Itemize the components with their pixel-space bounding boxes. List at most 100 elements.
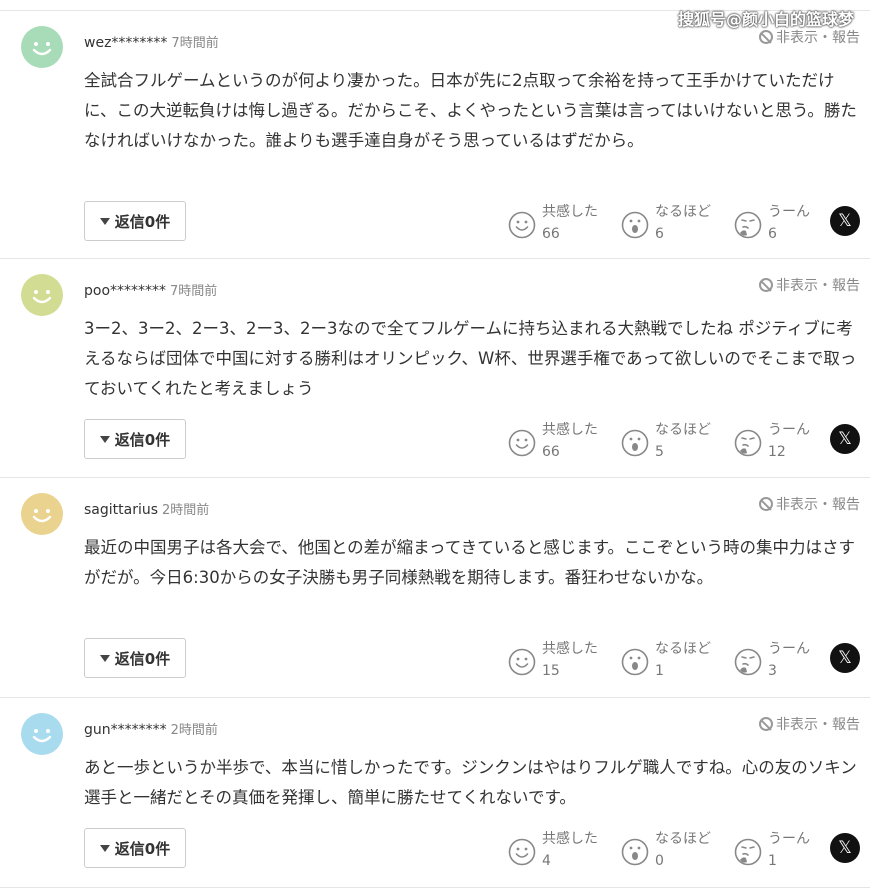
comment-body: 全試合フルゲームというのが何より凄かった。日本が先に2点取って余裕を持って王手か… — [84, 71, 857, 150]
hide-report-link[interactable]: 非表示・報告 — [759, 494, 860, 514]
surprised-face-icon — [621, 838, 649, 866]
reaction-label: なるほど — [655, 422, 711, 438]
caret-down-icon — [99, 435, 110, 443]
comment-item: wez******** 7時間前 非表示・報告 全試合フルゲームというのが何より凄… — [0, 10, 870, 258]
smile-face-icon — [508, 838, 536, 866]
ban-icon — [759, 278, 773, 292]
hide-report-link[interactable]: 非表示・報告 — [759, 27, 860, 47]
username[interactable]: poo******** — [84, 283, 166, 299]
timestamp: 7時間前 — [171, 36, 219, 51]
ban-icon — [759, 30, 773, 44]
hide-report-label: 非表示・報告 — [776, 497, 860, 513]
watermark: 搜狐号@颜小白的篮球梦 — [677, 10, 854, 29]
reply-button[interactable]: 返信0件 — [84, 201, 186, 241]
comment-body: あと一歩というか半歩で、本当に惜しかったです。ジンクンはやはりフルゲ職人ですね。… — [84, 758, 857, 807]
comment-item: gun******** 2時間前 非表示・報告 あと一歩というか半歩で、本当に惜し… — [0, 697, 870, 888]
reaction-count: 5 — [655, 444, 664, 460]
surprised-face-icon — [621, 429, 649, 457]
avatar[interactable] — [21, 26, 63, 68]
reaction-label: うーん — [768, 831, 810, 847]
comment-meta: wez******** 7時間前 — [84, 32, 219, 51]
comment-meta: poo******** 7時間前 — [84, 280, 217, 299]
timestamp: 2時間前 — [170, 723, 218, 738]
reaction-count: 6 — [655, 226, 664, 242]
avatar[interactable] — [21, 274, 63, 316]
smile-face-icon — [508, 211, 536, 239]
reaction-label: 共感した — [542, 204, 598, 220]
comment-body: 3ー2、3ー2、2ー3、2ー3、2ー3なので全てフルゲームに持ち込まれる大熱戦で… — [84, 319, 857, 398]
reaction-insight-button[interactable]: なるほど 1 — [621, 638, 734, 682]
timestamp: 2時間前 — [162, 503, 210, 518]
reactions: 共感した 66 なるほど 5 うーん 12 — [508, 419, 847, 463]
surprised-face-icon — [621, 211, 649, 239]
hide-report-link[interactable]: 非表示・報告 — [759, 275, 860, 295]
avatar[interactable] — [21, 493, 63, 535]
reaction-label: うーん — [768, 641, 810, 657]
reaction-label: 共感した — [542, 422, 598, 438]
reaction-label: うーん — [768, 422, 810, 438]
reaction-count: 12 — [768, 444, 786, 460]
comment-item: sagittarius 2時間前 非表示・報告 最近の中国男子は各大会で、他国との… — [0, 477, 870, 697]
reply-label: 返信0件 — [114, 430, 171, 449]
avatar[interactable] — [21, 713, 63, 755]
reaction-empathy-button[interactable]: 共感した 66 — [508, 201, 621, 245]
reaction-count: 1 — [655, 663, 664, 679]
reaction-empathy-button[interactable]: 共感した 15 — [508, 638, 621, 682]
x-share-button[interactable]: 𝕏 — [830, 424, 860, 454]
timestamp: 7時間前 — [170, 284, 218, 299]
username[interactable]: gun******** — [84, 722, 167, 738]
x-share-button[interactable]: 𝕏 — [830, 206, 860, 236]
reaction-count: 15 — [542, 663, 560, 679]
comment-body: 最近の中国男子は各大会で、他国との差が縮まってきていると感じます。ここぞという時… — [84, 538, 856, 587]
thinking-face-icon — [734, 211, 762, 239]
x-share-button[interactable]: 𝕏 — [830, 643, 860, 673]
ban-icon — [759, 497, 773, 511]
x-share-button[interactable]: 𝕏 — [830, 833, 860, 863]
smile-face-icon — [508, 429, 536, 457]
reaction-count: 3 — [768, 663, 777, 679]
reaction-empathy-button[interactable]: 共感した 66 — [508, 419, 621, 463]
reply-button[interactable]: 返信0件 — [84, 828, 186, 868]
reply-button[interactable]: 返信0件 — [84, 419, 186, 459]
reaction-count: 4 — [542, 853, 551, 869]
reactions: 共感した 66 なるほど 6 うーん 6 — [508, 201, 847, 245]
reaction-label: なるほど — [655, 831, 711, 847]
username[interactable]: sagittarius — [84, 502, 158, 518]
reaction-count: 66 — [542, 444, 560, 460]
reactions: 共感した 15 なるほど 1 うーん 3 — [508, 638, 847, 682]
hide-report-label: 非表示・報告 — [776, 717, 860, 733]
reaction-label: 共感した — [542, 641, 598, 657]
comment-list: wez******** 7時間前 非表示・報告 全試合フルゲームというのが何より凄… — [0, 10, 870, 888]
reaction-insight-button[interactable]: なるほど 0 — [621, 828, 734, 872]
reply-button[interactable]: 返信0件 — [84, 638, 186, 678]
smile-face-icon — [508, 648, 536, 676]
ban-icon — [759, 717, 773, 731]
comment-meta: sagittarius 2時間前 — [84, 499, 209, 518]
reaction-empathy-button[interactable]: 共感した 4 — [508, 828, 621, 872]
reaction-count: 66 — [542, 226, 560, 242]
thinking-face-icon — [734, 429, 762, 457]
reaction-count: 6 — [768, 226, 777, 242]
hide-report-label: 非表示・報告 — [776, 30, 860, 46]
thinking-face-icon — [734, 838, 762, 866]
caret-down-icon — [99, 217, 110, 225]
reaction-label: 共感した — [542, 831, 598, 847]
reactions: 共感した 4 なるほど 0 うーん 1 — [508, 828, 847, 872]
reaction-insight-button[interactable]: なるほど 5 — [621, 419, 734, 463]
comment-meta: gun******** 2時間前 — [84, 719, 218, 738]
reply-label: 返信0件 — [114, 649, 171, 668]
thinking-face-icon — [734, 648, 762, 676]
surprised-face-icon — [621, 648, 649, 676]
hide-report-label: 非表示・報告 — [776, 278, 860, 294]
reply-label: 返信0件 — [114, 212, 171, 231]
caret-down-icon — [99, 654, 110, 662]
username[interactable]: wez******** — [84, 35, 167, 51]
reaction-label: なるほど — [655, 204, 711, 220]
caret-down-icon — [99, 844, 110, 852]
comment-item: poo******** 7時間前 非表示・報告 3ー2、3ー2、2ー3、2ー3、2… — [0, 258, 870, 477]
reaction-label: うーん — [768, 204, 810, 220]
reaction-count: 1 — [768, 853, 777, 869]
hide-report-link[interactable]: 非表示・報告 — [759, 714, 860, 734]
reply-label: 返信0件 — [114, 839, 171, 858]
reaction-insight-button[interactable]: なるほど 6 — [621, 201, 734, 245]
